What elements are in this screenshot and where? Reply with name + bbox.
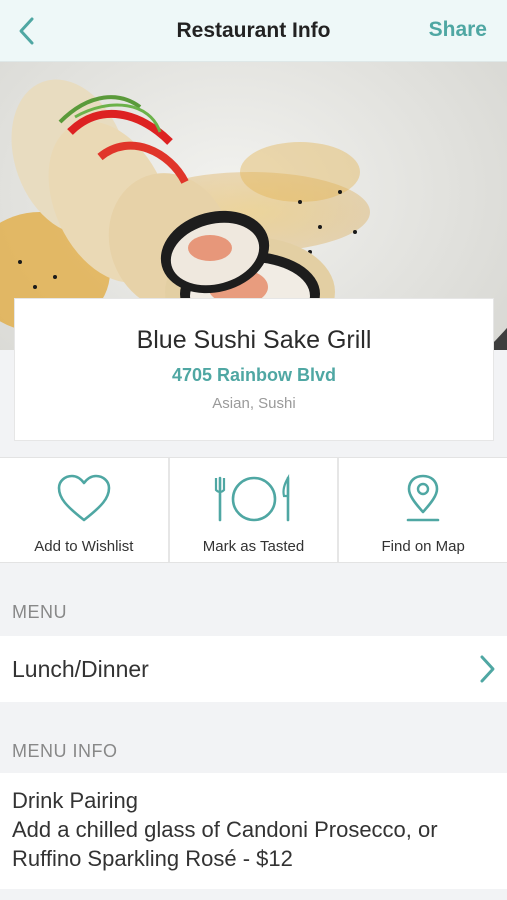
page-title: Restaurant Info xyxy=(176,18,331,42)
back-button[interactable] xyxy=(8,12,44,50)
menu-item-label: Lunch/Dinner xyxy=(12,655,149,682)
add-to-wishlist-label: Add to Wishlist xyxy=(34,538,134,555)
action-bar: Add to Wishlist Mark as Tasted Find on M… xyxy=(0,457,507,563)
menu-info-section-header: MENU INFO xyxy=(12,741,118,761)
find-on-map-button[interactable]: Find on Map xyxy=(339,458,507,562)
restaurant-address-link[interactable]: 4705 Rainbow Blvd xyxy=(15,365,493,386)
share-button[interactable]: Share xyxy=(429,18,487,42)
menu-info-title: Drink Pairing xyxy=(12,788,138,813)
find-on-map-label: Find on Map xyxy=(381,538,465,555)
mark-as-tasted-label: Mark as Tasted xyxy=(202,538,305,555)
map-pin-icon xyxy=(406,474,440,522)
menu-info-description: Add a chilled glass of Candoni Prosecco,… xyxy=(12,817,438,871)
restaurant-card: Blue Sushi Sake Grill 4705 Rainbow Blvd … xyxy=(14,298,494,441)
add-to-wishlist-button[interactable]: Add to Wishlist xyxy=(0,458,170,562)
menu-info-card: Drink Pairing Add a chilled glass of Can… xyxy=(0,773,507,889)
mark-as-tasted-button[interactable]: Mark as Tasted xyxy=(170,458,340,562)
menu-section-header: MENU xyxy=(12,602,67,622)
restaurant-name: Blue Sushi Sake Grill xyxy=(136,326,372,354)
menu-item-lunch-dinner[interactable]: Lunch/Dinner xyxy=(0,636,507,702)
chevron-left-icon xyxy=(19,17,34,45)
chevron-right-icon xyxy=(480,655,495,683)
nav-bar: Restaurant Info Share xyxy=(0,0,507,62)
utensils-plate-icon xyxy=(214,474,289,522)
heart-icon xyxy=(57,474,111,522)
restaurant-cuisine: Asian, Sushi xyxy=(212,395,296,412)
